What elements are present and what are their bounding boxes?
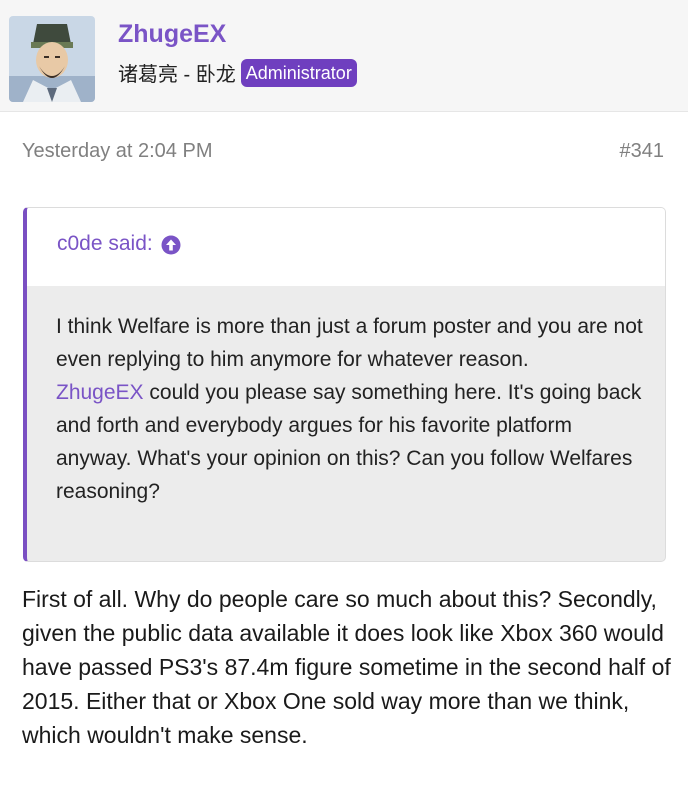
quote-author-label[interactable]: c0de said:: [57, 232, 153, 256]
post-timestamp[interactable]: Yesterday at 2:04 PM: [22, 140, 213, 163]
quote-header[interactable]: c0de said:: [27, 208, 665, 286]
author-title: 诸葛亮 - 卧龙: [118, 64, 236, 86]
user-mention[interactable]: ZhugeEX: [56, 381, 144, 404]
author-meta: 诸葛亮 - 卧龙 Administrator: [118, 58, 357, 87]
quote-body: I think Welfare is more than just a foru…: [27, 286, 665, 508]
quote-text-part-1: I think Welfare is more than just a foru…: [56, 315, 643, 371]
quote-block: c0de said: I think Welfare is more than …: [23, 207, 666, 562]
post-number[interactable]: #341: [620, 140, 665, 163]
role-badge: Administrator: [240, 58, 357, 87]
post-author-header: ZhugeEX 诸葛亮 - 卧龙 Administrator: [0, 0, 688, 112]
author-username[interactable]: ZhugeEX: [118, 20, 226, 49]
arrow-up-circle-icon[interactable]: [161, 235, 181, 255]
quote-text-part-2: could you please say something here. It'…: [56, 381, 642, 503]
post-body: First of all. Why do people care so much…: [22, 586, 671, 748]
avatar[interactable]: [9, 16, 95, 102]
